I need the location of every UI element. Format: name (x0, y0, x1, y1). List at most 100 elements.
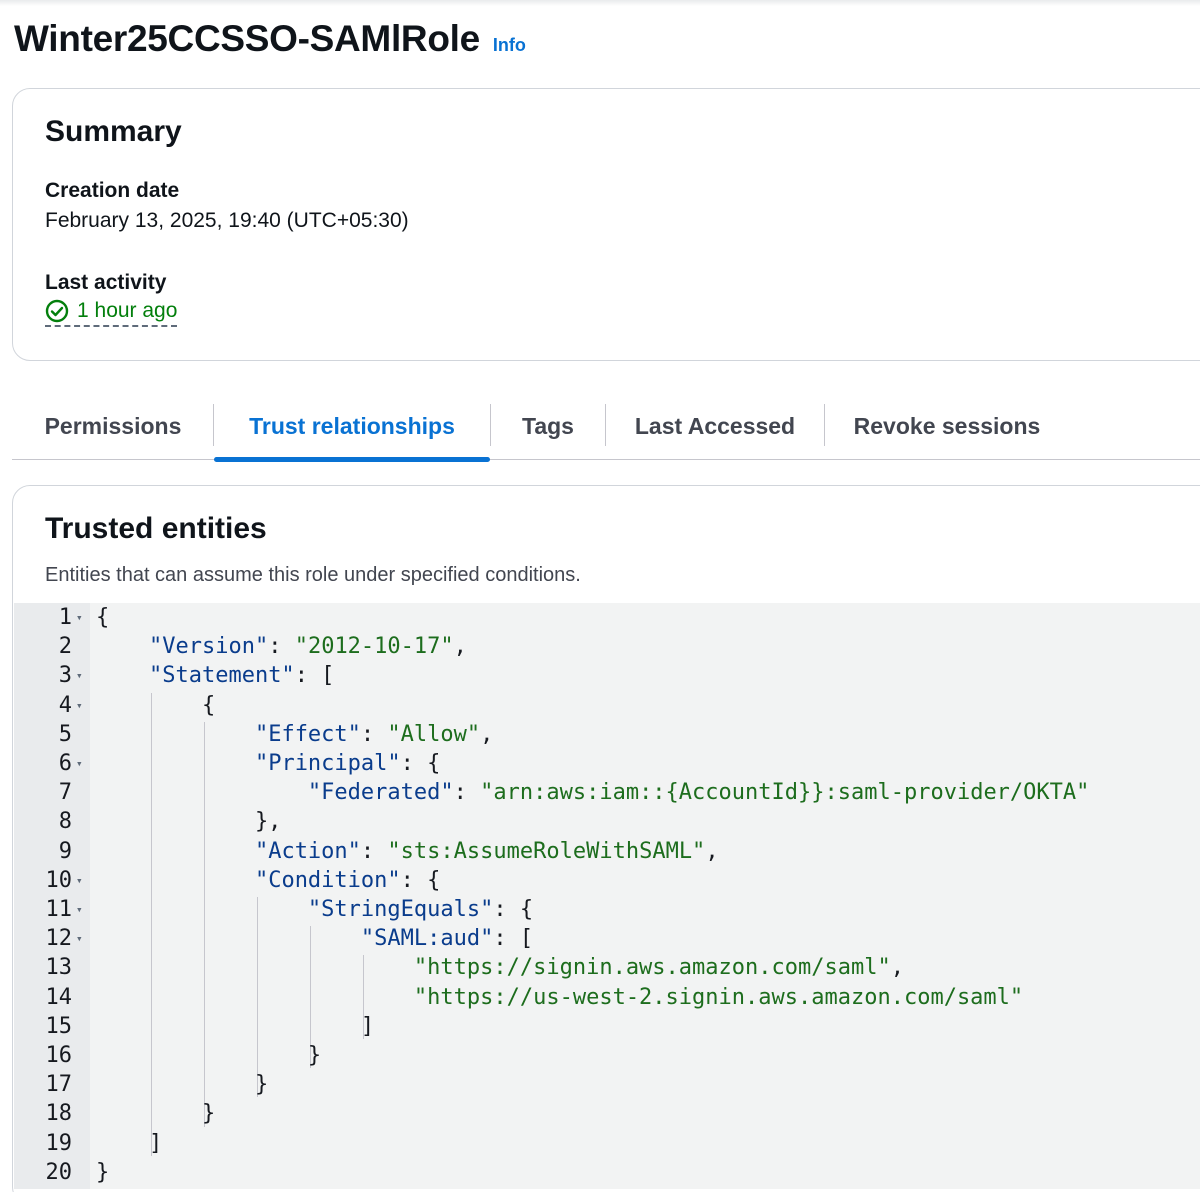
top-shadow (0, 0, 1200, 6)
fold-arrow-icon[interactable]: ▾ (76, 903, 83, 916)
line-number: 11 (45, 897, 73, 922)
line-number: 16 (45, 1043, 73, 1068)
code-line: 1 ▾ { (14, 603, 1200, 632)
code-text: "Version": "2012-10-17", (148, 634, 467, 660)
line-number: 20 (45, 1159, 73, 1185)
code-text: "Federated": "arn:aws:iam::{AccountId}}:… (307, 780, 1090, 806)
fold-arrow-icon[interactable]: ▾ (76, 874, 83, 887)
check-circle-icon (45, 299, 69, 323)
line-number: 9 (58, 838, 72, 864)
info-link[interactable]: Info (493, 35, 526, 56)
code-line: 18 } (14, 1099, 1200, 1128)
line-number: 10 (45, 867, 73, 893)
page-title: Winter25CCSSO-SAMlRole (14, 18, 480, 59)
code-text: } (96, 1072, 269, 1098)
trusted-entities-title: Trusted entities (45, 512, 267, 545)
code-text: "Effect": "Allow", (254, 721, 494, 747)
code-line: 7 "Federated": "arn:aws:iam::{AccountId}… (14, 778, 1200, 807)
tab-last-accessed[interactable]: Last Accessed (606, 392, 824, 460)
fold-arrow-icon[interactable]: ▾ (76, 611, 83, 624)
last-activity-link[interactable]: 1 hour ago (45, 299, 178, 327)
code-text: } (96, 1101, 216, 1127)
code-line: 2 "Version": "2012-10-17", (14, 632, 1200, 661)
json-key: "Action" (254, 838, 361, 864)
code-line: 15 ] (14, 1012, 1200, 1041)
json-string: "Allow" (387, 721, 481, 747)
code-text: "Action": "sts:AssumeRoleWithSAML", (254, 838, 719, 864)
line-number: 4 (58, 692, 72, 718)
json-key: "Principal" (254, 751, 401, 776)
code-line: 13 "https://signin.aws.amazon.com/saml", (14, 953, 1200, 982)
code-line: 19 ] (14, 1129, 1200, 1158)
trusted-entities-description: Entities that can assume this role under… (45, 564, 581, 586)
last-activity-label: Last activity (45, 271, 167, 294)
creation-date-label: Creation date (45, 179, 180, 202)
code-line: 14 "https://us-west-2.signin.aws.amazon.… (14, 983, 1200, 1012)
json-key: "SAML:aud" (360, 926, 494, 952)
code-line: 17 } (14, 1070, 1200, 1099)
json-key: "Version" (148, 634, 269, 660)
json-key: "StringEquals" (307, 897, 494, 922)
line-number: 3 (58, 663, 72, 689)
summary-title: Summary (45, 115, 182, 148)
trust-policy-editor[interactable]: 1 ▾{2 "Version": "2012-10-17", 3 ▾ "Stateme… (14, 603, 1200, 1189)
json-string: "sts:AssumeRoleWithSAML" (387, 838, 706, 864)
line-number: 19 (45, 1130, 73, 1156)
line-number: 14 (45, 984, 73, 1010)
tab-revoke-sessions[interactable]: Revoke sessions (825, 392, 1069, 460)
json-string: "https://signin.aws.amazon.com/saml" (413, 955, 891, 981)
code-text: "SAML:aud": [ (360, 926, 534, 952)
tab-permissions[interactable]: Permissions (12, 392, 214, 460)
code-text: "Principal": { (254, 751, 441, 776)
code-line: 12 ▾ "SAML:aud": [ (14, 924, 1200, 953)
tab-bar: Permissions Trust relationships Tags Las… (12, 392, 1200, 462)
line-number: 7 (58, 780, 72, 806)
code-line: 11 ▾ "StringEquals": { (14, 895, 1200, 924)
json-string: "arn:aws:iam::{AccountId}}:saml-provider… (480, 780, 1090, 806)
page-header: Winter25CCSSO-SAMlRole Info (14, 18, 526, 62)
line-number: 8 (58, 809, 72, 835)
json-key: "Effect" (254, 721, 361, 747)
tab-tags[interactable]: Tags (491, 392, 605, 460)
json-key: "Federated" (307, 780, 454, 806)
code-text: "https://signin.aws.amazon.com/saml", (413, 955, 904, 981)
code-line: 10 ▾ "Condition": { (14, 866, 1200, 895)
last-activity-value: 1 hour ago (77, 299, 178, 322)
code-text: ] (96, 1130, 163, 1156)
json-key: "Statement" (148, 663, 295, 689)
code-line: 20} (14, 1158, 1200, 1187)
code-text: "Statement": [ (148, 663, 335, 689)
summary-panel: Summary Creation date February 13, 2025,… (12, 88, 1200, 361)
code-text: "https://us-west-2.signin.aws.amazon.com… (96, 985, 1023, 1010)
code-text: } (96, 1159, 110, 1185)
json-string: "2012-10-17" (294, 634, 454, 660)
fold-arrow-icon[interactable]: ▾ (76, 932, 83, 945)
code-text: { (96, 692, 216, 718)
code-text: "Condition": { (254, 867, 441, 893)
code-line: 8 }, (14, 807, 1200, 836)
json-string: "https://us-west-2.signin.aws.amazon.com… (413, 984, 1024, 1010)
line-number: 1 (58, 605, 72, 630)
tab-trust-relationships[interactable]: Trust relationships (214, 392, 490, 462)
code-line: 6 ▾ "Principal": { (14, 749, 1200, 778)
creation-date-value: February 13, 2025, 19:40 (UTC+05:30) (45, 209, 409, 232)
line-number: 17 (45, 1072, 73, 1098)
line-number: 15 (45, 1013, 73, 1039)
code-text: } (96, 1043, 322, 1068)
code-text: }, (96, 809, 282, 835)
code-line: 5 "Effect": "Allow", (14, 720, 1200, 749)
code-line: 9 "Action": "sts:AssumeRoleWithSAML", (14, 837, 1200, 866)
fold-arrow-icon[interactable]: ▾ (76, 669, 83, 682)
fold-arrow-icon[interactable]: ▾ (76, 699, 83, 712)
code-text: "StringEquals": { (307, 897, 534, 922)
line-number: 13 (45, 955, 73, 981)
code-line: 4 ▾ { (14, 691, 1200, 720)
line-number: 6 (58, 751, 72, 776)
code-line: 3 ▾ "Statement": [ (14, 661, 1200, 690)
line-number: 12 (45, 926, 73, 952)
line-number: 2 (58, 634, 72, 660)
code-text: { (96, 605, 110, 630)
code-line: 16 } (14, 1041, 1200, 1070)
code-text: ] (96, 1013, 375, 1039)
fold-arrow-icon[interactable]: ▾ (76, 757, 83, 770)
